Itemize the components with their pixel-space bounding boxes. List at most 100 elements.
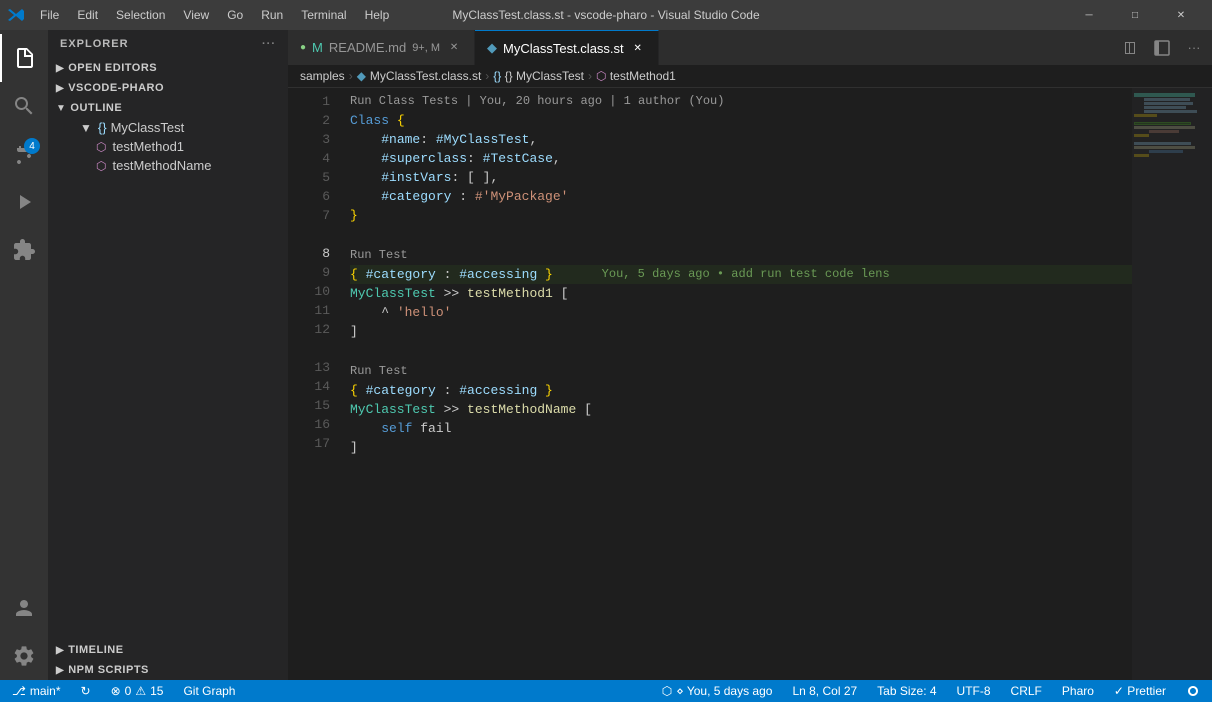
readme-tab-dot: ●	[300, 42, 306, 53]
menu-selection[interactable]: Selection	[108, 6, 173, 24]
editor-content: 1 2 3 4 5 6 7 8 9 10 11 12 13 14 15 16 1…	[288, 88, 1212, 680]
breadcrumb-file-icon: ◆	[357, 69, 366, 83]
method-icon: ⬡	[96, 140, 106, 154]
split-editor-icon	[1122, 40, 1138, 56]
minimap-render	[1132, 88, 1212, 680]
toggle-primary-sidebar-button[interactable]	[1148, 34, 1176, 62]
code-line-6: }	[350, 206, 1132, 225]
breadcrumb-method[interactable]: ⬡ testMethod1	[596, 69, 676, 83]
vscode-pharo-chevron: ▶	[56, 83, 64, 94]
code-line-7	[350, 225, 1132, 244]
run-test-lens-2[interactable]: Run Test	[350, 360, 408, 381]
outline-testmethod1[interactable]: ⬡ testMethod1	[48, 137, 288, 156]
activity-settings[interactable]	[0, 632, 48, 680]
vscode-pharo-header[interactable]: ▶ VSCODE-PHARO	[48, 78, 288, 98]
activity-source-control[interactable]: 4	[0, 130, 48, 178]
code-line-10: ^ 'hello'	[350, 303, 1132, 322]
outline-section: ▼ Outline ▼ {} MyClassTest ⬡ testMethod1…	[48, 98, 288, 175]
git-branch-icon: ⎇	[12, 684, 26, 698]
menu-go[interactable]: Go	[219, 6, 251, 24]
tab-size[interactable]: Tab Size: 4	[873, 680, 940, 702]
git-branch[interactable]: ⎇ main*	[8, 680, 65, 702]
code-line-5: #category : #'MyPackage'	[350, 187, 1132, 206]
code-line-14: MyClassTest >> testMethodName [	[350, 400, 1132, 419]
activity-run-debug[interactable]	[0, 178, 48, 226]
more-actions-button[interactable]: ···	[1180, 34, 1208, 62]
activity-account[interactable]	[0, 584, 48, 632]
code-line-13: { #category : #accessing }	[350, 381, 1132, 400]
window-controls: ─ □ ✕	[1066, 0, 1204, 30]
menu-run[interactable]: Run	[253, 6, 291, 24]
git-diamond-icon: ⬡	[662, 684, 672, 698]
errors-warnings[interactable]: ⊗ 0 ⚠ 15	[107, 680, 168, 702]
sidebar-more-icon[interactable]: ···	[262, 38, 276, 50]
cursor-position[interactable]: Ln 8, Col 27	[788, 680, 861, 702]
sync-button[interactable]: ↻	[77, 680, 95, 702]
toggle-sidebar-icon	[1154, 40, 1170, 56]
git-graph[interactable]: Git Graph	[179, 680, 239, 702]
line-numbers: 1 2 3 4 5 6 7 8 9 10 11 12 13 14 15 16 1…	[288, 88, 338, 680]
git-blame-status[interactable]: ⬡ ⋄ You, 5 days ago	[658, 680, 777, 702]
minimap	[1132, 88, 1212, 680]
tab-classfile[interactable]: ◆ MyClassTest.class.st ✕	[475, 30, 659, 65]
breadcrumb-samples[interactable]: samples	[300, 69, 345, 83]
breadcrumb-class[interactable]: {} {} MyClassTest	[493, 69, 584, 83]
encoding[interactable]: UTF-8	[953, 680, 995, 702]
keyword-class: Class	[350, 111, 397, 130]
collapse-icon: ▼	[80, 121, 92, 135]
account-icon	[12, 596, 36, 620]
outline-chevron: ▼	[56, 103, 66, 114]
class-icon: {}	[98, 120, 107, 135]
code-line-8: { #category : #accessing } You, 5 days a…	[350, 265, 1132, 284]
breadcrumb-method-icon: ⬡	[596, 69, 610, 83]
npm-scripts-header[interactable]: ▶ NPM Scripts	[48, 660, 288, 680]
classfile-tab-close[interactable]: ✕	[630, 40, 646, 56]
run-test-lens-1[interactable]: Run Test	[350, 244, 408, 265]
menu-help[interactable]: Help	[357, 6, 398, 24]
minimize-button[interactable]: ─	[1066, 0, 1112, 30]
open-editors-header[interactable]: ▶ Open Editors	[48, 58, 288, 78]
language-mode[interactable]: Pharo	[1058, 680, 1098, 702]
line-ending[interactable]: CRLF	[1007, 680, 1046, 702]
activity-explorer[interactable]	[0, 34, 48, 82]
code-line-15: self fail	[350, 419, 1132, 438]
tabs-actions: ···	[1112, 34, 1212, 62]
st-tab-icon: ◆	[487, 40, 497, 56]
readme-tab-icon: M	[312, 40, 323, 55]
close-button[interactable]: ✕	[1158, 0, 1204, 30]
titlebar-menus: File Edit Selection View Go Run Terminal…	[32, 6, 397, 24]
code-line-9: MyClassTest >> testMethod1 [	[350, 284, 1132, 303]
outline-testmethodname[interactable]: ⬡ testMethodName	[48, 156, 288, 175]
extensions-icon	[12, 238, 36, 262]
warning-icon: ⚠	[135, 684, 146, 698]
code-line-16: ]	[350, 438, 1132, 457]
timeline-header[interactable]: ▶ Timeline	[48, 640, 288, 660]
vscode-icon	[8, 7, 24, 23]
git-blame-inline: You, 5 days ago • add run test code lens	[573, 265, 890, 284]
git-blame-text: Run Class Tests | You, 20 hours ago | 1 …	[350, 92, 724, 111]
activity-extensions[interactable]	[0, 226, 48, 274]
error-icon: ⊗	[111, 684, 121, 698]
code-line-1: Class {	[350, 111, 1132, 130]
menu-file[interactable]: File	[32, 6, 67, 24]
outline-header[interactable]: ▼ Outline	[48, 98, 288, 118]
breadcrumb-classfile[interactable]: MyClassTest.class.st	[370, 69, 481, 83]
sidebar-header: Explorer ···	[48, 30, 288, 58]
open-editors-chevron: ▶	[56, 63, 64, 74]
tab-readme[interactable]: ● M README.md 9+, M ✕	[288, 30, 475, 65]
readme-tab-close[interactable]: ✕	[446, 40, 462, 56]
run-icon	[12, 190, 36, 214]
menu-edit[interactable]: Edit	[69, 6, 106, 24]
activity-search[interactable]	[0, 82, 48, 130]
npm-scripts-chevron: ▶	[56, 665, 64, 676]
formatter[interactable]: ✓ Prettier	[1110, 680, 1170, 702]
broadcast-icon	[1186, 684, 1200, 698]
menu-terminal[interactable]: Terminal	[293, 6, 354, 24]
timeline-section: ▶ Timeline	[48, 640, 288, 660]
feedback-icon[interactable]	[1182, 680, 1204, 702]
split-editor-button[interactable]	[1116, 34, 1144, 62]
maximize-button[interactable]: □	[1112, 0, 1158, 30]
outline-myclass-parent[interactable]: ▼ {} MyClassTest	[48, 118, 288, 137]
code-editor[interactable]: Run Class Tests | You, 20 hours ago | 1 …	[338, 88, 1132, 680]
menu-view[interactable]: View	[175, 6, 217, 24]
